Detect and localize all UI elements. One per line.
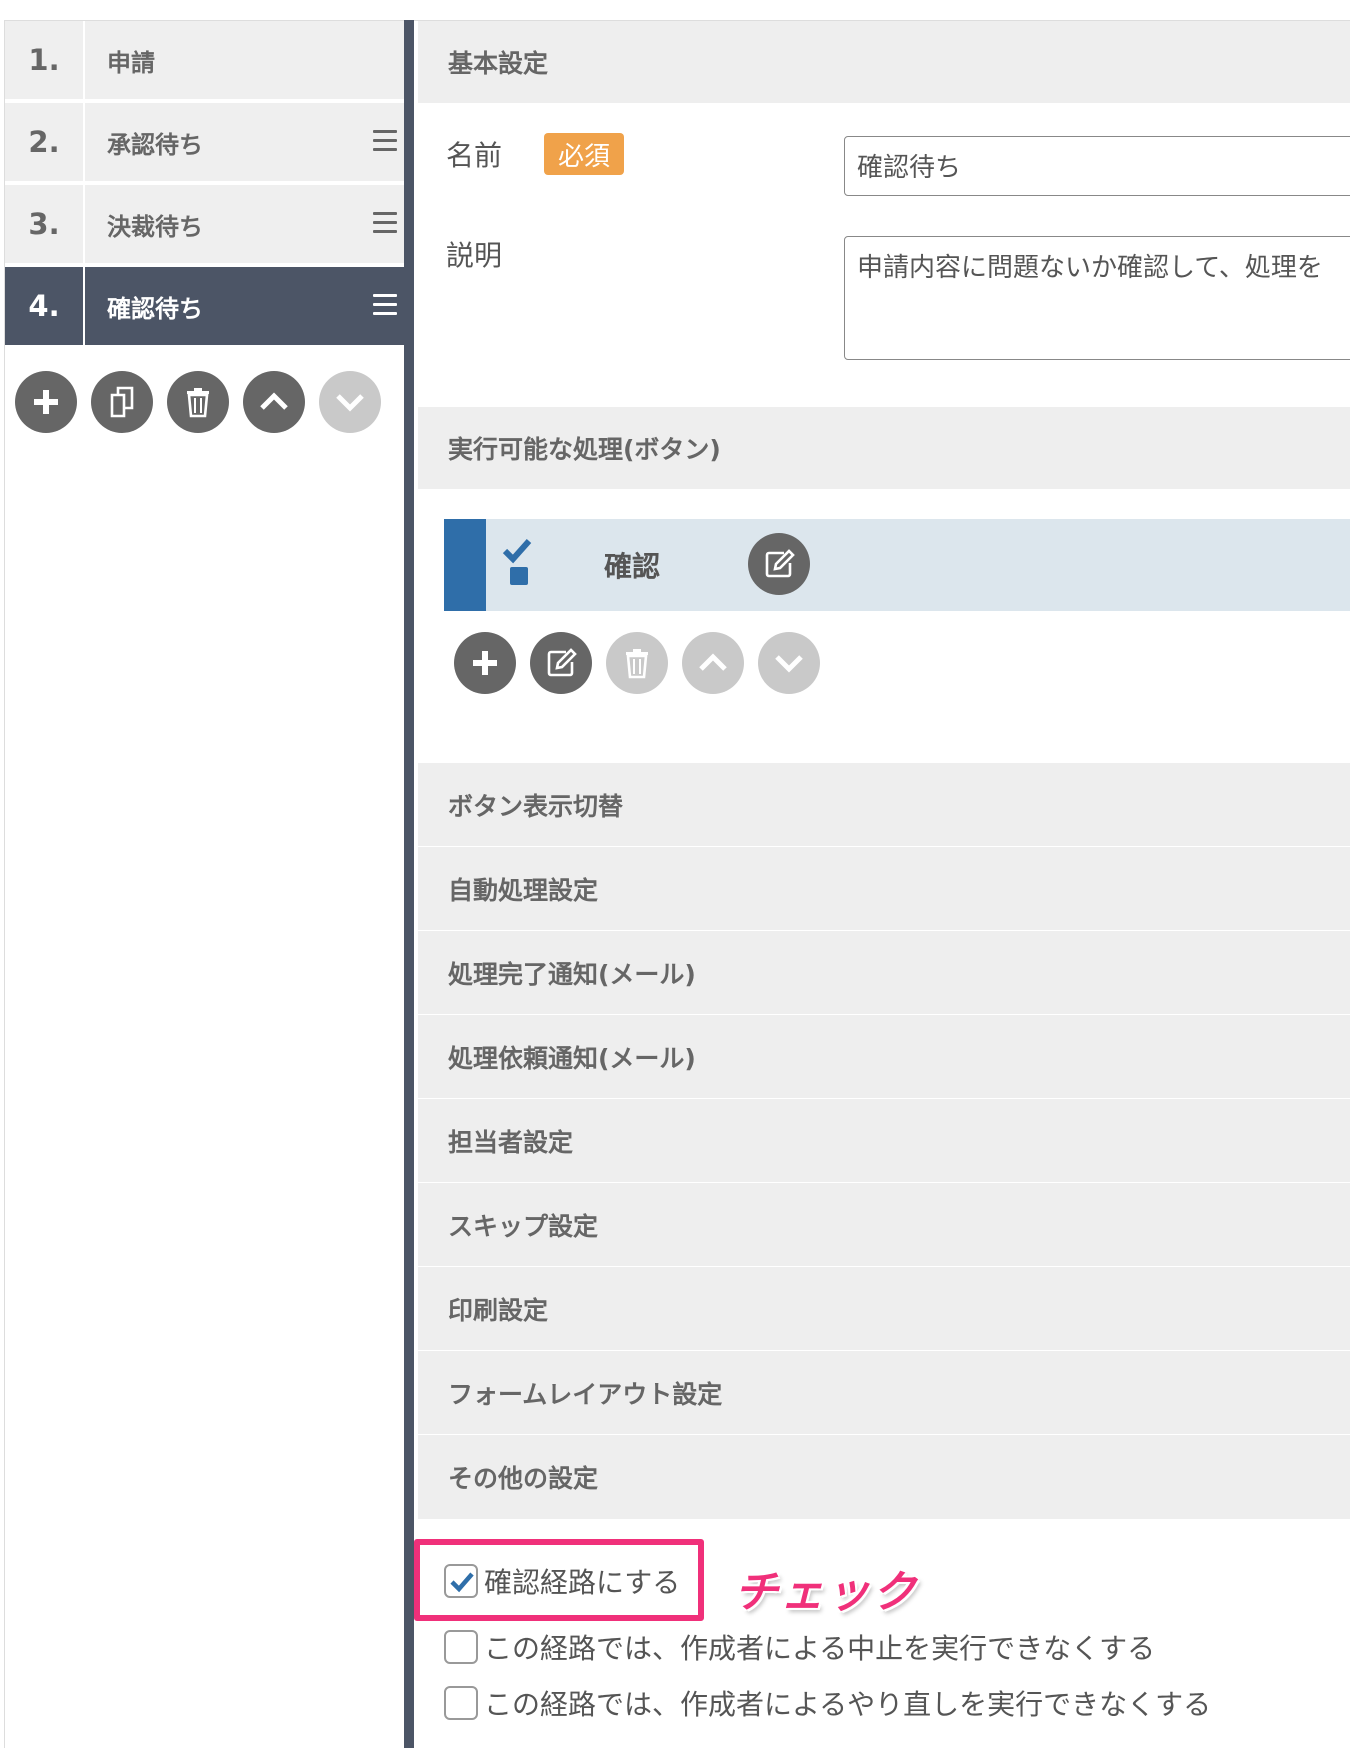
step-number: 2. (5, 103, 85, 181)
step-list-panel: 1. 申請 2. 承認待ち 3. 決裁待ち 4. 確認待ち (4, 20, 405, 1748)
plus-icon (473, 651, 497, 675)
drag-handle-icon[interactable] (373, 130, 397, 152)
section-basic-settings[interactable]: 基本設定 (418, 21, 1350, 103)
disable-cancel-checkbox[interactable] (444, 1630, 478, 1664)
confirm-route-checkbox[interactable] (444, 1564, 478, 1598)
action-label: 確認 (604, 550, 661, 583)
required-badge: 必須 (544, 133, 624, 175)
section-assignee[interactable]: 担当者設定 (418, 1099, 1350, 1183)
step-settings-panel: 基本設定 名前 必須 確認待ち 説明 申請内容に問題ないか確認して、処理を 実行… (414, 20, 1350, 1748)
step-item-2[interactable]: 2. 承認待ち (5, 103, 405, 183)
step-item-1[interactable]: 1. 申請 (5, 21, 405, 101)
add-step-button[interactable] (15, 371, 77, 433)
chevron-up-icon (260, 392, 288, 410)
move-step-up-button[interactable] (243, 371, 305, 433)
disable-cancel-option[interactable]: この経路では、作成者による中止を実行できなくする (444, 1627, 1155, 1667)
action-selected-bar (444, 519, 486, 611)
step-label: 確認待ち (107, 294, 203, 323)
disable-redo-label: この経路では、作成者によるやり直しを実行できなくする (484, 1688, 1212, 1721)
copy-step-button[interactable] (91, 371, 153, 433)
section-button-display[interactable]: ボタン表示切替 (418, 763, 1350, 847)
step-number: 1. (5, 21, 85, 99)
move-step-down-button[interactable] (319, 371, 381, 433)
edit-action-button[interactable] (748, 533, 810, 595)
step-item-4[interactable]: 4. 確認待ち (5, 267, 405, 347)
step-number: 4. (5, 267, 85, 345)
move-action-up-button[interactable] (682, 632, 744, 694)
name-input[interactable]: 確認待ち (844, 136, 1350, 196)
step-label: 決裁待ち (107, 212, 203, 241)
section-skip[interactable]: スキップ設定 (418, 1183, 1350, 1267)
section-request-mail[interactable]: 処理依頼通知(メール) (418, 1015, 1350, 1099)
copy-icon (110, 386, 134, 418)
description-textarea[interactable]: 申請内容に問題ないか確認して、処理を (844, 236, 1350, 360)
section-form-layout[interactable]: フォームレイアウト設定 (418, 1351, 1350, 1435)
description-label: 説明 (446, 239, 503, 272)
chevron-down-icon (775, 655, 803, 673)
chevron-up-icon (699, 653, 727, 671)
disable-redo-checkbox[interactable] (444, 1686, 478, 1720)
section-other[interactable]: その他の設定 (418, 1435, 1350, 1519)
checkmark-icon (450, 1572, 474, 1593)
name-label: 名前 (446, 139, 503, 172)
annotation-text: チェック (734, 1567, 918, 1618)
section-auto-process[interactable]: 自動処理設定 (418, 847, 1350, 931)
disable-redo-option[interactable]: この経路では、作成者によるやり直しを実行できなくする (444, 1683, 1211, 1723)
drag-handle-icon[interactable] (373, 212, 397, 234)
drag-handle-icon[interactable] (373, 294, 397, 316)
edit-icon (547, 648, 577, 677)
step-label: 申請 (107, 48, 155, 77)
action-item[interactable]: 確認 (444, 519, 1350, 611)
delete-step-button[interactable] (167, 371, 229, 433)
check-icon (502, 539, 532, 585)
trash-icon (187, 388, 209, 418)
plus-icon (34, 390, 58, 414)
step-number: 3. (5, 185, 85, 263)
confirm-route-label: 確認経路にする (484, 1566, 681, 1599)
add-action-button[interactable] (454, 632, 516, 694)
section-completion-mail[interactable]: 処理完了通知(メール) (418, 931, 1350, 1015)
move-action-down-button[interactable] (758, 632, 820, 694)
confirm-route-option[interactable]: 確認経路にする (444, 1561, 680, 1601)
section-actions[interactable]: 実行可能な処理(ボタン) (418, 407, 1350, 489)
step-label: 承認待ち (107, 130, 203, 159)
delete-action-button[interactable] (606, 632, 668, 694)
chevron-down-icon (336, 394, 364, 412)
trash-icon (626, 649, 648, 679)
panel-divider[interactable] (404, 20, 414, 1748)
edit-action-toolbar-button[interactable] (530, 632, 592, 694)
section-print[interactable]: 印刷設定 (418, 1267, 1350, 1351)
step-item-3[interactable]: 3. 決裁待ち (5, 185, 405, 265)
disable-cancel-label: この経路では、作成者による中止を実行できなくする (484, 1632, 1156, 1665)
edit-icon (765, 549, 795, 578)
